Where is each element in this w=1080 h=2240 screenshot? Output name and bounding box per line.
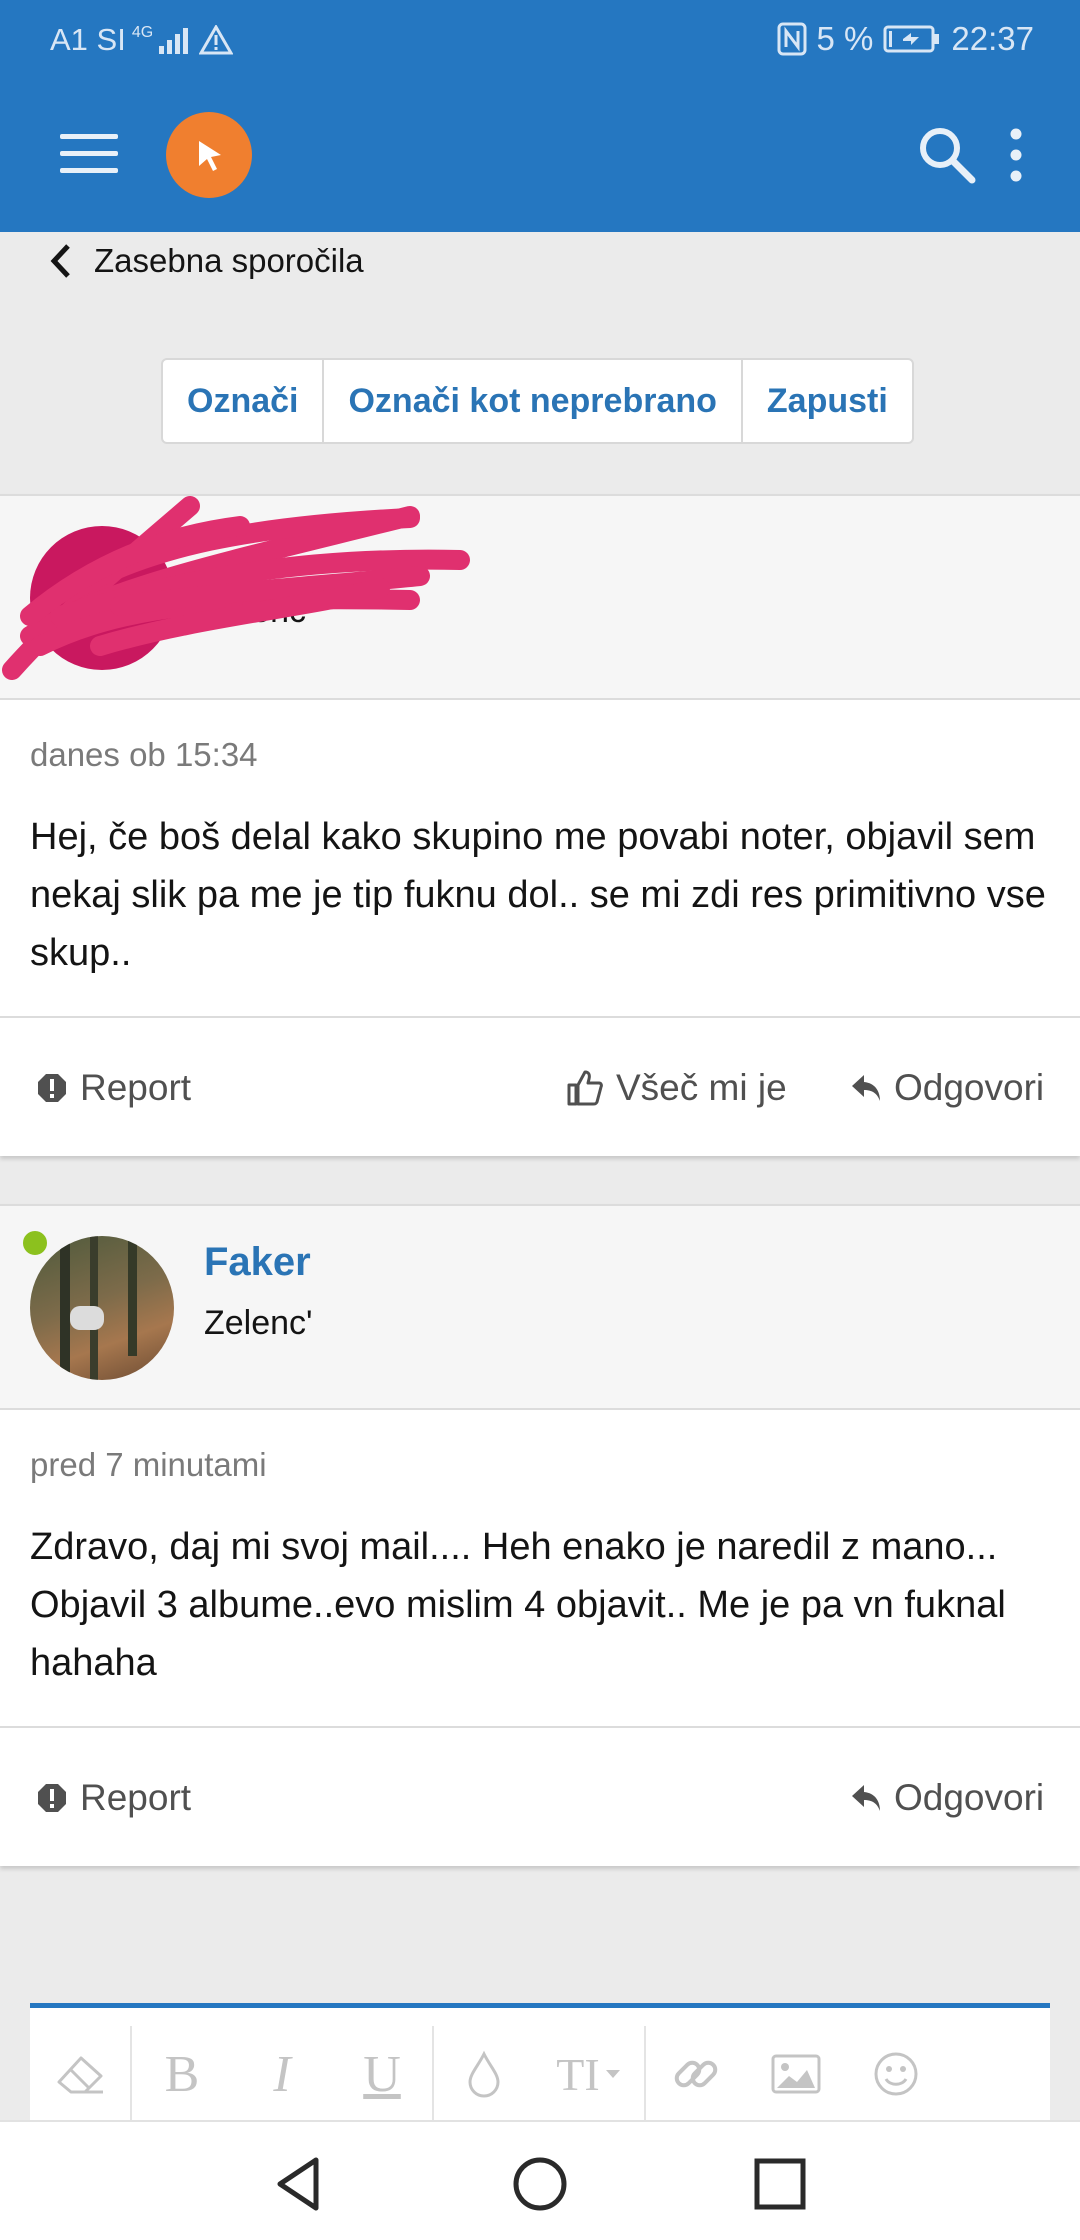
editor-toolbar: B I U TI: [30, 2024, 1050, 2124]
reply-label: Odgovori: [894, 1067, 1045, 1108]
emoji-icon[interactable]: [846, 2024, 946, 2124]
report-icon: [38, 1784, 66, 1812]
recents-icon[interactable]: [750, 2154, 810, 2214]
battery-charging-icon: [883, 25, 940, 53]
report-label: Report: [80, 1777, 192, 1818]
link-icon[interactable]: [646, 2024, 746, 2124]
message-time: danes ob 15:34: [30, 736, 258, 773]
leave-button[interactable]: Zapusti: [743, 360, 912, 442]
breadcrumb-label: Zasebna sporočila: [94, 242, 364, 279]
warning-icon: [199, 25, 234, 55]
like-label: Všeč mi je: [616, 1067, 787, 1108]
avatar[interactable]: [30, 1236, 174, 1380]
redaction-scribble: [2, 496, 470, 680]
underline-icon[interactable]: U: [332, 2024, 432, 2124]
message-text: Hej, če boš delal kako skupino me povabi…: [30, 816, 1046, 974]
message-author: Faker Zelenc': [0, 1204, 1080, 1410]
clock: 22:37: [951, 20, 1034, 57]
top-bar: A1 SI 4G 5 % 22:37: [0, 0, 1080, 232]
reply-button[interactable]: Odgovori: [850, 1728, 1044, 1868]
search-icon[interactable]: [916, 124, 978, 186]
reply-icon: [852, 1075, 880, 1101]
message-body: pred 7 minutami Zdravo, daj mi svoj mail…: [0, 1410, 1080, 1726]
report-icon: [38, 1074, 66, 1102]
author-name[interactable]: Faker: [204, 1240, 311, 1285]
message-text: Zdravo, daj mi svoj mail.... Heh enako j…: [30, 1526, 1006, 1684]
thumbs-up-icon: [567, 1070, 603, 1106]
breadcrumb[interactable]: Zasebna sporočila: [48, 236, 364, 286]
image-icon[interactable]: [746, 2024, 846, 2124]
message-body: danes ob 15:34 Hej, če boš delal kako sk…: [0, 700, 1080, 1016]
message-footer: Report Všeč mi je Odgovori: [0, 1016, 1080, 1156]
reply-icon: [852, 1785, 880, 1811]
home-icon[interactable]: [510, 2154, 570, 2214]
mark-unread-button[interactable]: Označi kot neprebrano: [324, 360, 743, 442]
nfc-icon: [777, 22, 807, 56]
online-indicator: [20, 1228, 50, 1258]
reply-editor: B I U TI: [30, 2003, 1050, 2123]
italic-icon[interactable]: I: [232, 2024, 332, 2124]
report-button[interactable]: Report: [36, 1018, 191, 1158]
chevron-left-icon: [50, 244, 70, 278]
author-title: Zelenc': [204, 1304, 313, 1342]
caret-down-icon: [605, 2070, 620, 2078]
conversation-actions: Označi Označi kot neprebrano Zapusti: [161, 358, 914, 444]
color-drop-icon[interactable]: [434, 2024, 534, 2124]
report-label: Report: [80, 1067, 192, 1108]
text-size-label: TI: [556, 2048, 600, 2100]
reply-button[interactable]: Odgovori: [850, 1018, 1044, 1158]
app-bar: [0, 104, 1080, 204]
hamburger-icon[interactable]: [60, 134, 118, 174]
status-bar: A1 SI 4G 5 % 22:37: [0, 0, 1080, 80]
message-author: Zelenc': [0, 494, 1080, 700]
reply-label: Odgovori: [894, 1777, 1045, 1818]
message-card: Faker Zelenc' pred 7 minutami Zdravo, da…: [0, 1204, 1080, 1866]
message-footer: Report Odgovori: [0, 1726, 1080, 1866]
bold-icon[interactable]: B: [132, 2024, 232, 2124]
system-nav-bar: [0, 2120, 1080, 2240]
signal-icon: [159, 28, 189, 54]
eraser-icon[interactable]: [30, 2024, 130, 2124]
carrier-label: A1 SI: [50, 22, 126, 57]
battery-percent: 5 %: [816, 20, 874, 57]
message-time: pred 7 minutami: [30, 1446, 267, 1483]
cursor-logo-icon[interactable]: [166, 112, 252, 198]
back-icon[interactable]: [270, 2154, 330, 2214]
more-vertical-icon[interactable]: [1006, 128, 1026, 182]
mark-button[interactable]: Označi: [163, 360, 325, 442]
report-button[interactable]: Report: [36, 1728, 191, 1868]
network-label: 4G: [131, 24, 154, 41]
like-button[interactable]: Všeč mi je: [566, 1018, 787, 1158]
text-size-icon[interactable]: TI: [534, 2024, 644, 2124]
message-card: Zelenc' danes ob 15:34 Hej, če boš delal…: [0, 494, 1080, 1156]
